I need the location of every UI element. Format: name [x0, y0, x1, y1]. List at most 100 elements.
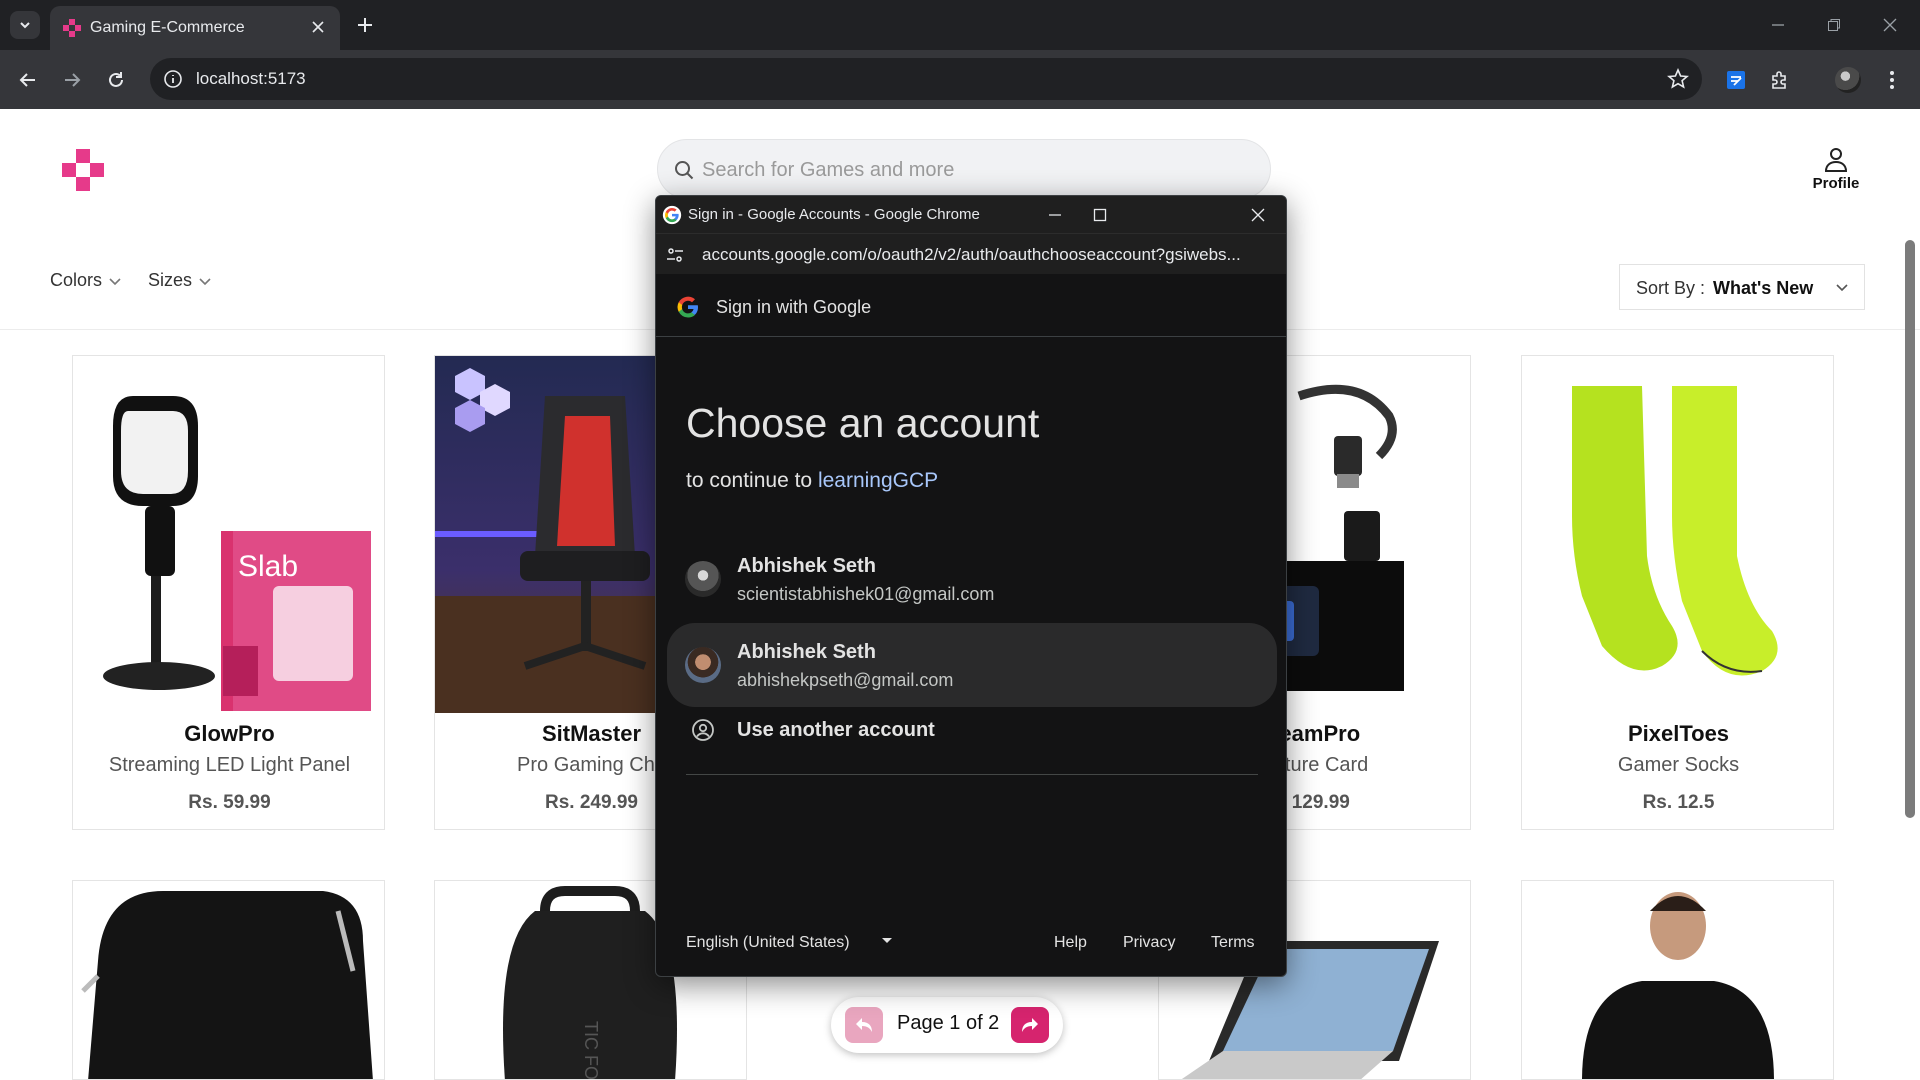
page-indicator: Page 1 of 2	[897, 1012, 1000, 1034]
browser-tab[interactable]: Gaming E-Commerce	[50, 6, 340, 50]
account-circle-icon	[692, 719, 714, 741]
chevron-down-icon	[20, 22, 30, 29]
signin-header: Sign in with Google	[656, 274, 1286, 337]
popup-window-title: Sign in - Google Accounts - Google Chrom…	[688, 206, 980, 223]
avatar	[1835, 67, 1861, 93]
gamepad-logo-icon[interactable]	[62, 149, 104, 191]
popup-titlebar: Sign in - Google Accounts - Google Chrom…	[656, 196, 1286, 233]
popup-close-button[interactable]	[1247, 204, 1269, 226]
forward-button[interactable]	[56, 64, 88, 96]
sort-dropdown[interactable]: Sort By : What's New	[1619, 264, 1865, 310]
popup-footer: English (United States) Help Privacy Ter…	[656, 924, 1286, 964]
tab-search-button[interactable]	[10, 11, 40, 39]
address-bar[interactable]: localhost:5173	[150, 58, 1702, 100]
product-image	[1582, 892, 1774, 1079]
product-card[interactable]	[1521, 880, 1834, 1080]
profile-avatar-button[interactable]	[1832, 64, 1864, 96]
use-another-account-label: Use another account	[737, 719, 935, 741]
close-window-button[interactable]	[1876, 12, 1904, 38]
chevron-down-icon	[1836, 284, 1848, 292]
bookmark-star-icon[interactable]	[1666, 67, 1690, 91]
product-image: Slab	[73, 356, 384, 713]
tab-title: Gaming E-Commerce	[90, 19, 245, 36]
pagination: Page 1 of 2	[831, 997, 1063, 1053]
chevron-down-icon	[109, 277, 121, 285]
chrome-menu-button[interactable]	[1876, 64, 1908, 96]
help-link[interactable]: Help	[1054, 934, 1087, 952]
product-price: Rs. 59.99	[188, 792, 271, 813]
arrow-left-icon	[19, 73, 35, 87]
svg-text:Slab: Slab	[238, 550, 298, 583]
reload-button[interactable]	[100, 64, 132, 96]
product-card[interactable]	[72, 880, 385, 1080]
product-subtitle: Gamer Socks	[1617, 754, 1740, 776]
plus-icon	[358, 18, 372, 32]
product-name: PixelToes	[1627, 721, 1730, 746]
sizes-filter-dropdown[interactable]: Sizes	[148, 270, 212, 291]
search-bar	[657, 139, 1271, 199]
product-image	[1522, 356, 1833, 713]
google-signin-popup: Sign in - Google Accounts - Google Chrom…	[655, 195, 1287, 977]
account-email: scientistabhishek01@gmail.com	[737, 584, 995, 604]
svg-text:TIC FOX: TIC FOX	[581, 1021, 601, 1080]
user-icon	[1824, 148, 1848, 172]
colors-filter-label: Colors	[50, 270, 103, 290]
popup-address-bar: accounts.google.com/o/oauth2/v2/auth/oau…	[656, 233, 1286, 274]
product-image	[81, 891, 373, 1079]
account-name: Abhishek Seth	[737, 641, 876, 663]
avatar	[685, 647, 721, 683]
language-label: English (United States)	[686, 934, 850, 951]
sort-value: What's New	[1713, 278, 1814, 298]
popup-maximize-button[interactable]	[1089, 204, 1111, 226]
product-subtitle: Streaming LED Light Panel	[108, 754, 351, 776]
minimize-window-button[interactable]	[1764, 12, 1792, 38]
colors-filter-dropdown[interactable]: Colors	[50, 270, 122, 291]
terms-link[interactable]: Terms	[1211, 934, 1255, 952]
browser-tabstrip: Gaming E-Commerce	[0, 0, 1920, 50]
next-page-button[interactable]	[1011, 1007, 1049, 1043]
site-settings-icon[interactable]	[664, 244, 686, 266]
close-tab-icon[interactable]	[308, 17, 328, 37]
continue-prefix: to continue to	[686, 469, 813, 492]
chevron-down-icon	[199, 277, 211, 285]
continue-to-text: to continue to learningGCP	[686, 469, 938, 493]
account-item[interactable]: Abhishek Seth scientistabhishek01@gmail.…	[667, 537, 1277, 621]
back-button[interactable]	[12, 64, 44, 96]
popup-minimize-button[interactable]	[1044, 204, 1066, 226]
site-info-icon[interactable]	[162, 68, 184, 90]
search-input[interactable]	[702, 154, 1242, 186]
page-scrollbar[interactable]	[1905, 240, 1915, 818]
product-price: Rs. 12.5	[1642, 792, 1715, 813]
gamepad-logo-icon	[63, 19, 81, 37]
use-another-account-button[interactable]: Use another account	[667, 700, 1277, 760]
caret-down-icon[interactable]	[882, 938, 892, 943]
more-vertical-icon	[1890, 71, 1894, 89]
language-selector[interactable]: English (United States)	[686, 934, 850, 952]
url-text: localhost:5173	[196, 69, 306, 88]
product-card[interactable]: Slab GlowPro Streaming LED Light Panel R…	[72, 355, 385, 830]
privacy-link[interactable]: Privacy	[1123, 934, 1175, 952]
profile-button[interactable]: Profile	[1808, 145, 1864, 195]
divider	[686, 774, 1258, 775]
reply-arrow-icon	[856, 1018, 872, 1032]
signin-header-text: Sign in with Google	[716, 297, 872, 317]
arrow-right-icon	[65, 73, 81, 87]
account-name: Abhishek Seth	[737, 555, 876, 577]
previous-page-button[interactable]	[845, 1007, 883, 1043]
avatar	[685, 561, 721, 597]
reload-icon	[109, 72, 123, 87]
forward-arrow-icon	[1022, 1018, 1038, 1032]
restore-window-button[interactable]	[1820, 12, 1848, 38]
app-name-link[interactable]: learningGCP	[818, 469, 938, 492]
search-icon	[672, 158, 696, 182]
sizes-filter-label: Sizes	[148, 270, 193, 290]
extension-app-icon[interactable]	[1720, 64, 1752, 96]
account-item[interactable]: Abhishek Seth abhishekpseth@gmail.com	[667, 623, 1277, 707]
extensions-puzzle-icon[interactable]	[1764, 64, 1796, 96]
browser-toolbar: localhost:5173	[0, 50, 1920, 109]
sort-label: Sort By :	[1636, 278, 1706, 298]
profile-label: Profile	[1812, 175, 1860, 192]
new-tab-button[interactable]	[352, 12, 378, 38]
product-card[interactable]: PixelToes Gamer Socks Rs. 12.5	[1521, 355, 1834, 830]
google-g-icon	[677, 296, 698, 318]
